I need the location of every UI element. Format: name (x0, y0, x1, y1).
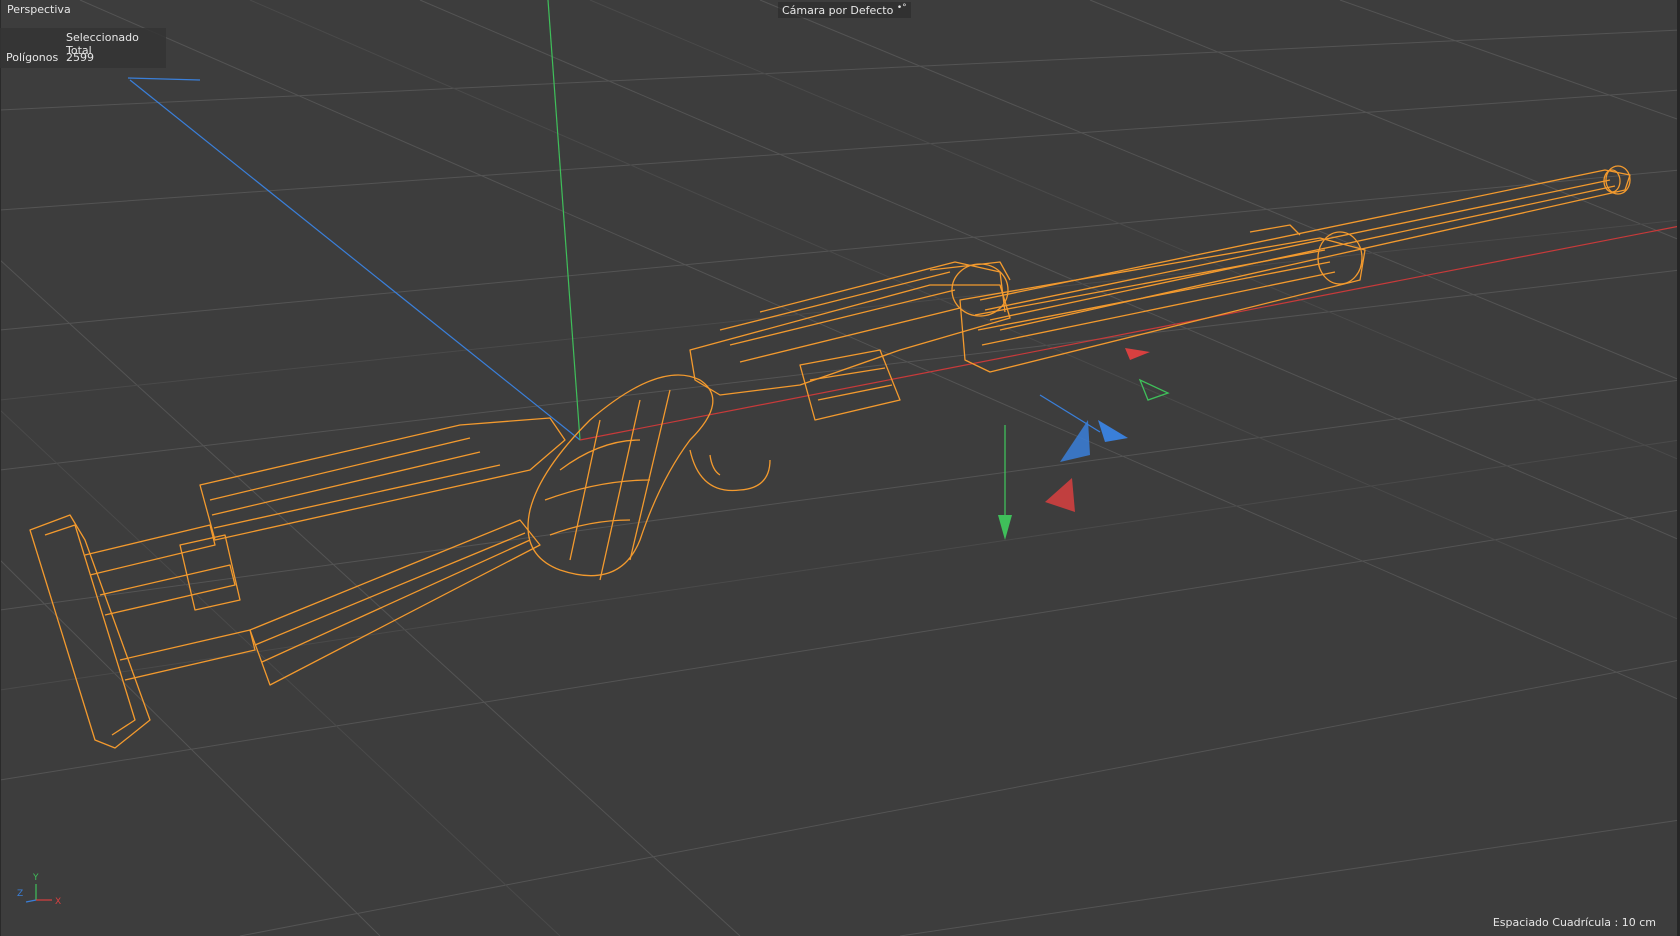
stats-polygons-label: Polígonos (6, 51, 59, 64)
stats-panel: Seleccionado Total Polígonos 2599 (0, 28, 166, 68)
world-z-axis (129, 79, 581, 441)
viewport-border-left (0, 0, 1, 936)
scene-canvas[interactable] (0, 0, 1680, 936)
camera-dots-icon: •° (896, 3, 907, 13)
viewport-perspective[interactable]: Perspectiva Cámara por Defecto •° Selecc… (0, 0, 1680, 936)
floor-grid (0, 0, 1680, 936)
camera-name-label: Cámara por Defecto (782, 4, 894, 17)
axis-y-label: Y (32, 873, 39, 883)
world-x-axis (579, 225, 1680, 441)
axis-z-label: Z (17, 889, 23, 899)
camera-selector[interactable]: Cámara por Defecto •° (778, 2, 911, 18)
view-name-label[interactable]: Perspectiva (7, 3, 71, 16)
grid-spacing-label: Espaciado Cuadrícula : 10 cm (1492, 916, 1656, 929)
world-z-axis-tick (127, 77, 201, 81)
axis-x-label: X (55, 897, 61, 907)
orientation-axis-widget: Y X Z (17, 873, 61, 907)
rifle-wireframe[interactable] (29, 165, 1631, 749)
transform-gizmo[interactable] (998, 348, 1170, 540)
stats-polygons-value: 2599 (66, 51, 94, 64)
floor-grid-minor (0, 0, 1680, 936)
